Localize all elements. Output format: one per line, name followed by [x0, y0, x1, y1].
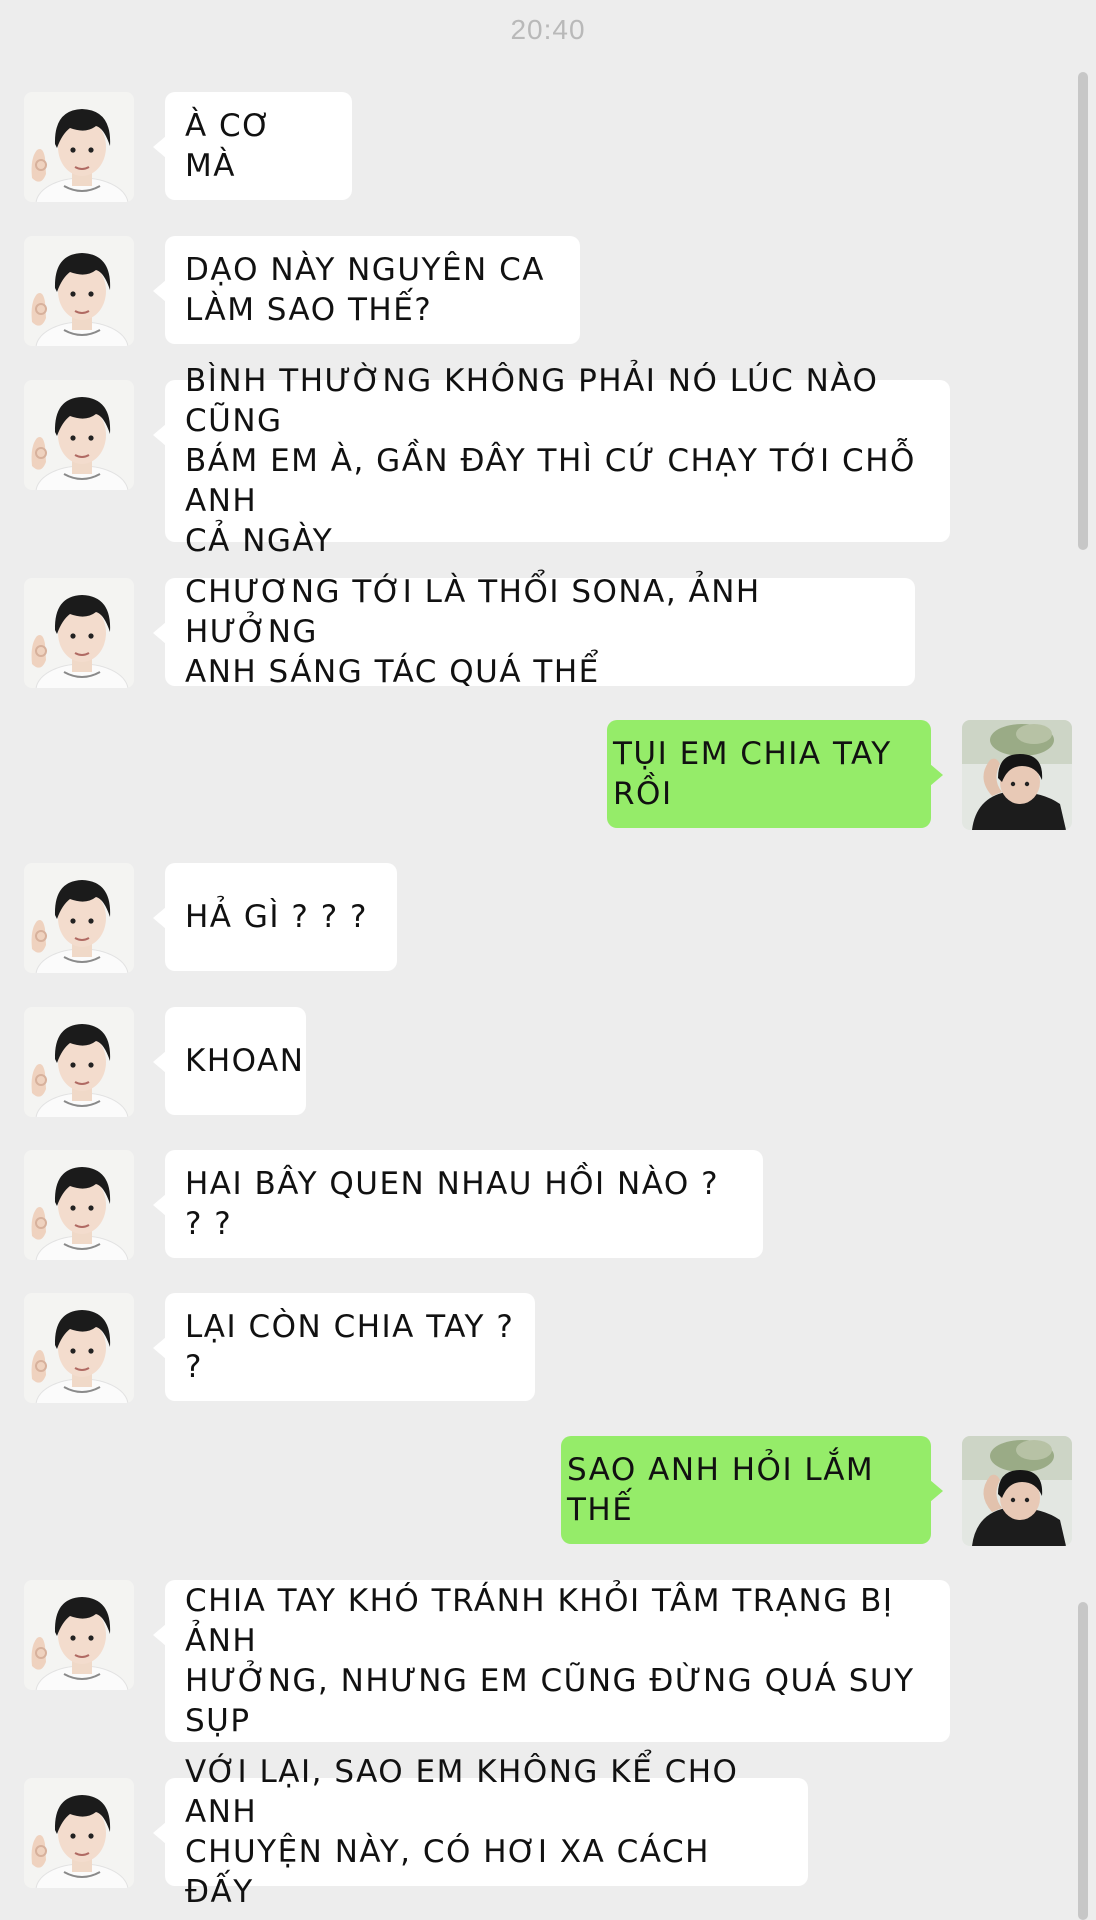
scrollbar-thumb[interactable]: [1078, 1602, 1088, 1920]
user-avatar-icon[interactable]: [962, 1436, 1072, 1546]
contact-avatar-icon[interactable]: [24, 1778, 134, 1888]
contact-avatar-icon[interactable]: [24, 380, 134, 490]
contact-avatar-icon[interactable]: [24, 92, 134, 202]
contact-avatar-icon[interactable]: [24, 1007, 134, 1117]
outgoing-message-bubble[interactable]: SAO ANH HỎI LẮM THẾ: [561, 1436, 943, 1544]
contact-avatar-icon[interactable]: [24, 1580, 134, 1690]
incoming-message-bubble[interactable]: VỚI LẠI, SAO EM KHÔNG KỂ CHO ANH CHUYỆN …: [153, 1754, 808, 1910]
incoming-message-bubble[interactable]: CHIA TAY KHÓ TRÁNH KHỎI TÂM TRẠNG BỊ ẢNH…: [153, 1580, 950, 1742]
contact-avatar-icon[interactable]: [24, 863, 134, 973]
outgoing-message-bubble[interactable]: TỤI EM CHIA TAY RỒI: [607, 720, 943, 828]
chat-timestamp: 20:40: [510, 14, 586, 45]
incoming-message-bubble[interactable]: HAI BÂY QUEN NHAU HỒI NÀO ? ? ?: [153, 1150, 763, 1258]
incoming-message-bubble[interactable]: À CƠ MÀ: [153, 92, 352, 200]
user-avatar-icon[interactable]: [962, 720, 1072, 830]
scrollbar-thumb[interactable]: [1078, 72, 1088, 550]
contact-avatar-icon[interactable]: [24, 236, 134, 346]
incoming-message-bubble[interactable]: KHOAN: [153, 1007, 306, 1115]
contact-avatar-icon[interactable]: [24, 1293, 134, 1403]
incoming-message-bubble[interactable]: LẠI CÒN CHIA TAY ? ?: [153, 1293, 535, 1401]
incoming-message-bubble[interactable]: DẠO NÀY NGUYÊN CA LÀM SAO THẾ?: [153, 236, 580, 344]
incoming-message-bubble[interactable]: BÌNH THƯỜNG KHÔNG PHẢI NÓ LÚC NÀO CŨNG B…: [153, 363, 950, 559]
incoming-message-bubble[interactable]: HẢ GÌ ? ? ?: [153, 863, 397, 971]
contact-avatar-icon[interactable]: [24, 578, 134, 688]
incoming-message-bubble[interactable]: CHƯƠNG TỚI LÀ THỔI SONA, ẢNH HƯỞNG ANH S…: [153, 574, 915, 690]
contact-avatar-icon[interactable]: [24, 1150, 134, 1260]
